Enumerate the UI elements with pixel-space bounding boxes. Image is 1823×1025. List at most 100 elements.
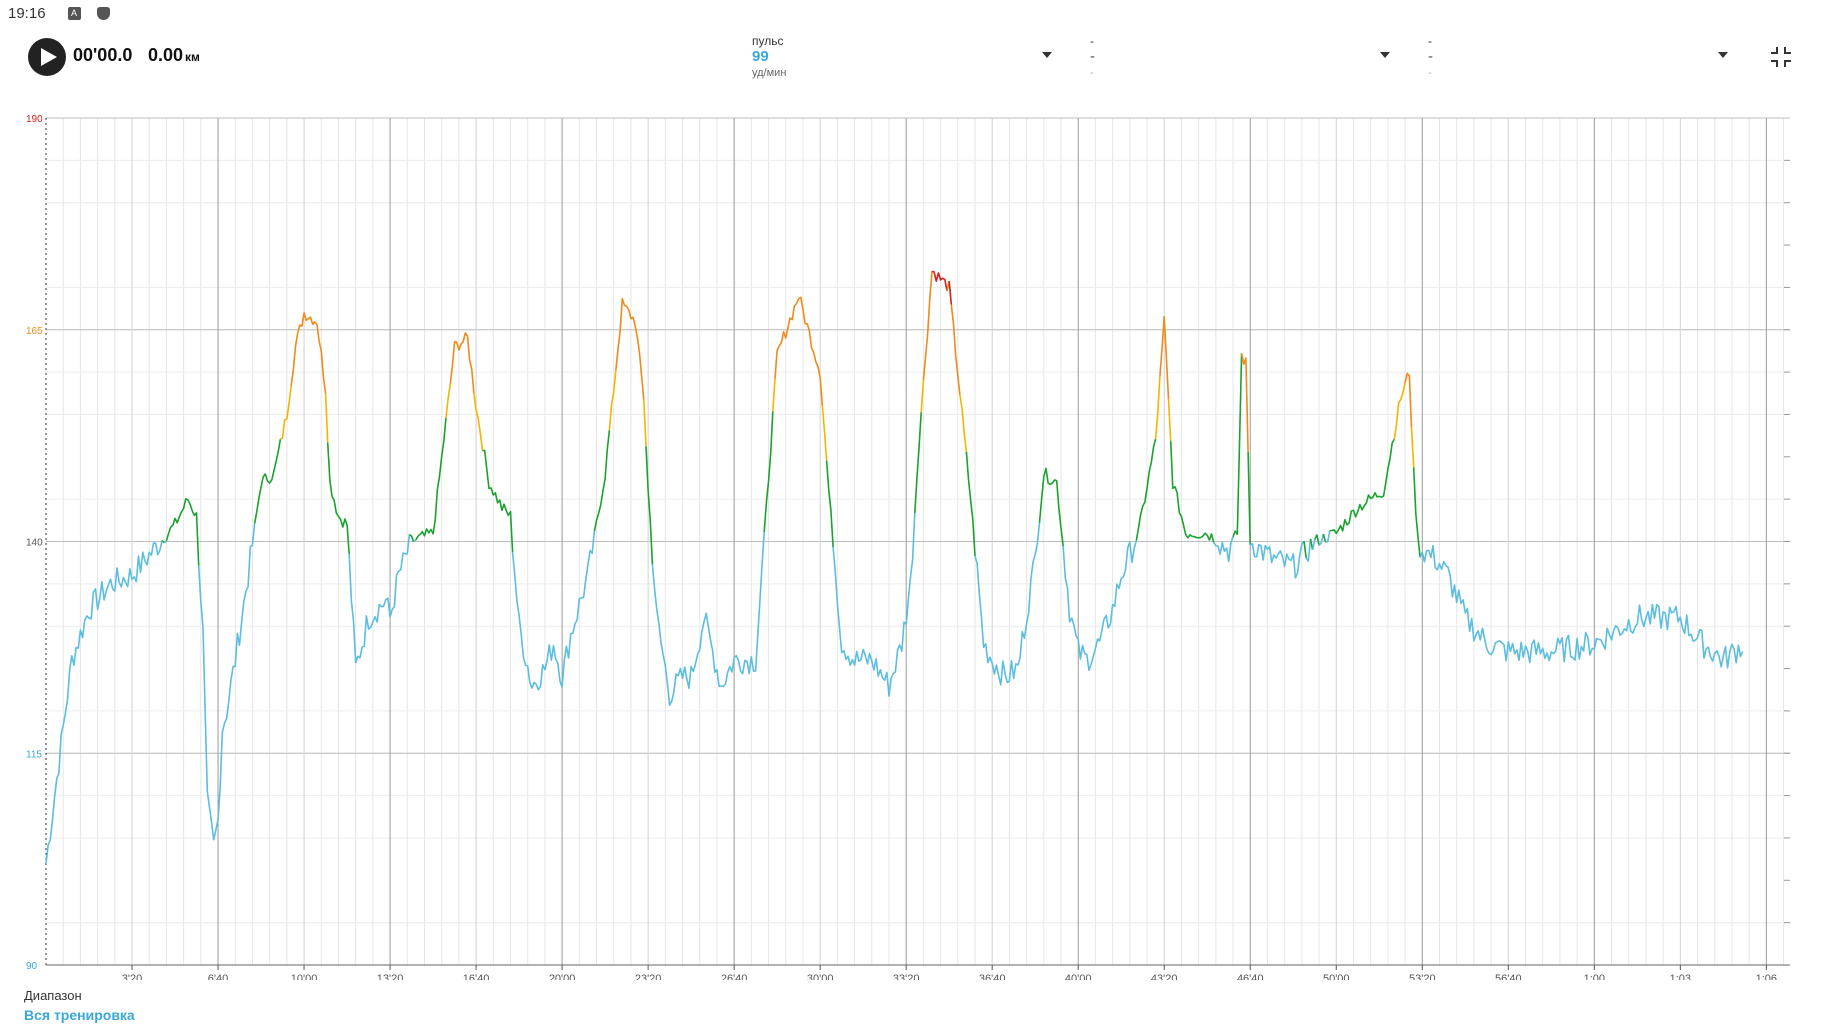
heart-rate-segment (1303, 540, 1307, 559)
heart-rate-segment (473, 393, 484, 451)
heart-rate-segment (1311, 539, 1316, 551)
heart-rate-segment (348, 534, 411, 664)
y-tick-label: 140 (26, 538, 43, 549)
heart-rate-segment (1329, 438, 1395, 535)
heart-rate-segment (449, 332, 475, 394)
metric-selector-1[interactable]: пульс 99 уд/мин (752, 34, 1052, 80)
metric-label: пульс (752, 34, 784, 48)
heart-rate-segment (645, 446, 654, 565)
metric-selector-3[interactable]: - - - (1428, 34, 1728, 80)
x-tick-label: 40'00 (1065, 973, 1092, 980)
y-tick-label: 115 (26, 749, 42, 760)
x-tick-label: 50'00 (1323, 973, 1350, 980)
metric-unit: - (1090, 67, 1094, 79)
player-toolbar: 00'00.0 0.00 км пульс 99 уд/мин - - - - -… (0, 30, 1823, 110)
heart-rate-segment (1318, 533, 1325, 546)
heart-rate-segment (643, 399, 647, 447)
elapsed-time: 00'00.0 (73, 45, 133, 65)
heart-rate-segment (1232, 353, 1243, 538)
metric-label: - (1428, 34, 1432, 48)
notification-a-icon: A (67, 6, 81, 20)
chart-grid (46, 117, 1790, 966)
x-tick-label: 56'40 (1495, 973, 1522, 980)
x-tick-label: 16'40 (463, 973, 490, 980)
metric-value: - (1090, 48, 1095, 65)
heart-rate-segment (931, 270, 948, 292)
heart-rate-segment (1062, 540, 1138, 672)
x-tick-label: 36'40 (979, 973, 1006, 980)
heart-rate-segment (608, 369, 617, 431)
heart-rate-segment (965, 451, 976, 557)
heart-rate-segment (914, 412, 922, 514)
heart-rate-segment (511, 531, 596, 691)
heart-rate-segment (324, 393, 329, 443)
status-clock: 19:16 (8, 4, 46, 22)
x-tick-label: 10'00 (291, 973, 318, 980)
y-tick-label: 90 (26, 961, 38, 972)
status-bar: 19:16 A (0, 0, 1823, 26)
x-tick-label: 33'20 (893, 973, 920, 980)
heart-rate-segment (165, 498, 200, 566)
heart-rate-segment (1404, 372, 1413, 428)
heart-rate-segment (482, 449, 514, 553)
metric-unit: уд/мин (752, 67, 787, 79)
heart-rate-segment (959, 394, 968, 452)
heart-rate-segment (1419, 544, 1744, 669)
x-tick-label: 26'40 (721, 973, 748, 980)
distance-unit: км (185, 50, 200, 64)
heart-rate-segment (1154, 376, 1161, 440)
x-tick-label: 53'20 (1409, 973, 1436, 980)
y-tick-label: 190 (26, 114, 43, 125)
x-tick-label: 3'20 (122, 973, 142, 980)
heart-rate-segment (408, 533, 415, 543)
range-value[interactable]: Вся тренировка (24, 1007, 135, 1023)
x-tick-label: 43'20 (1151, 973, 1178, 980)
heart-rate-segment (445, 383, 452, 418)
heart-rate-segment (1305, 538, 1312, 562)
shield-icon (96, 6, 110, 20)
heart-rate-segment (825, 460, 834, 548)
heart-rate-chart-svg[interactable]: 3'20 6'40 10'00 13'20 16'40 20'00 23'20 26'40 30… (0, 110, 1823, 980)
heart-rate-segment (197, 523, 256, 841)
x-tick-label: 23'20 (635, 973, 662, 980)
heart-rate-segment (974, 522, 1041, 686)
x-tick-label: 20'00 (549, 973, 576, 980)
heart-rate-segment (1412, 467, 1421, 558)
play-icon (41, 48, 57, 66)
heart-rate-segment (1135, 438, 1157, 541)
metric-unit: - (1428, 67, 1432, 79)
x-tick-label: 1:00 (1584, 973, 1605, 980)
heart-rate-segment (821, 404, 828, 461)
range-section: Диапазон Вся тренировка (24, 988, 135, 1023)
x-tick-label: 46'40 (1237, 973, 1264, 980)
range-label: Диапазон (24, 988, 82, 1003)
heart-rate-segment (615, 297, 645, 400)
heart-rate-segment (1169, 440, 1215, 543)
y-tick-label: 165 (26, 326, 43, 337)
heart-rate-segment (651, 531, 765, 706)
heart-rate-chart[interactable]: 3'20 6'40 10'00 13'20 16'40 20'00 23'20 26'40 30… (0, 110, 1823, 980)
play-button[interactable] (28, 38, 66, 76)
heart-rate-segment (832, 513, 916, 697)
metric-selector-2[interactable]: - - - (1090, 34, 1390, 80)
x-tick-label: 1:06 (1756, 973, 1777, 980)
x-tick-label: 13'20 (377, 973, 404, 980)
distance-value: 0.00 (148, 45, 184, 65)
collapse-icon (1771, 47, 1791, 67)
heart-rate-segment (772, 378, 776, 412)
heart-rate-segment (1393, 382, 1406, 440)
heart-rate-segment (1167, 399, 1172, 441)
collapse-fullscreen-button[interactable] (1770, 46, 1792, 68)
metric-label: - (1090, 34, 1094, 48)
metric-value: 99 (752, 48, 769, 65)
chevron-down-icon (1380, 52, 1390, 58)
chevron-down-icon (1718, 52, 1728, 58)
heart-rate-segment (1325, 530, 1331, 543)
heart-rate-segment (1240, 353, 1249, 453)
heart-rate-segment (1213, 536, 1234, 563)
heart-rate-segment (280, 386, 292, 440)
heart-rate-segment (253, 438, 282, 524)
heart-rate-segment (1410, 427, 1415, 468)
chevron-down-icon (1042, 52, 1052, 58)
heart-rate-segment (948, 281, 953, 305)
